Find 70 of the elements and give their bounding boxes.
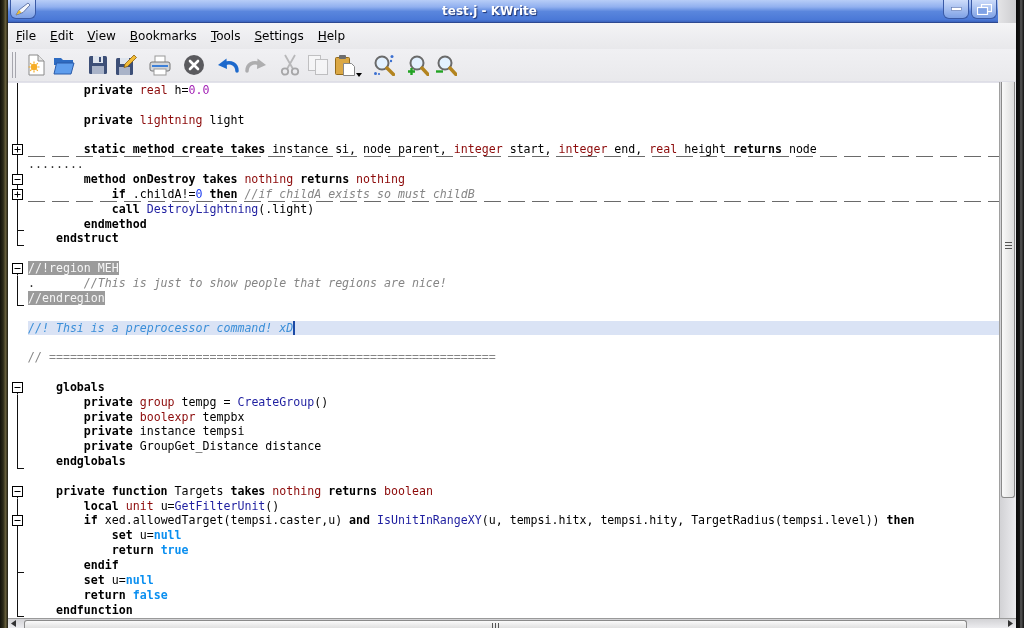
code-line: if xed.allowedTarget(tempsi.caster,u) and IsUnitInRangeXY(u, tempsi.hitx, tempsi.hity, TargetRadius(tempsi.level)) then [83,513,915,529]
toolbar-handle[interactable] [12,52,16,78]
minus-box-icon[interactable] [12,515,23,527]
menu-item[interactable]: Bookmarks [122,25,204,47]
code-line: // ================================================================ [28,350,496,366]
right-arrow-icon[interactable] [1008,620,1013,627]
code-line: return false [83,587,168,603]
menu-item[interactable]: Help [310,25,353,47]
code-line: set u=null [83,572,154,588]
plus-box-icon[interactable] [12,188,23,200]
minus-box-icon[interactable] [12,174,23,185]
code-line: if .childA!=0 then //if childA exists so must childB [111,186,475,202]
vertical-scrollbar[interactable] [999,82,1016,618]
code-line: private function Targets takes nothing returns boolean [55,483,433,499]
pen-icon [15,2,31,16]
code-line: endmethod [83,216,147,232]
code-line: static method create takes instance si, node parent, integer start, integer end, real height returns node [83,142,817,158]
code-line: ........ [28,157,84,173]
minimize-icon [950,7,962,11]
restore-button[interactable] [971,0,997,19]
menu-item[interactable]: View [80,25,123,47]
search-icon [373,54,395,76]
horizontal-scrollbar[interactable] [8,618,1016,628]
code-line: endfunction [55,602,133,618]
minus-box-icon[interactable] [12,263,23,275]
code-line: private real h=0.0 [83,83,210,98]
clipboard-icon [334,54,356,76]
plus-box-icon[interactable] [12,144,23,156]
new-document-icon [25,54,47,76]
code-line: set u=null [111,528,182,544]
zoom-out-icon [435,54,457,76]
menu-item[interactable]: File [9,25,44,47]
code-line: method onDestroy takes nothing returns nothing [83,172,405,187]
restore-icon [976,3,992,15]
printer-icon [149,54,171,76]
minus-box-icon[interactable] [12,485,23,497]
scrollbar-thumb[interactable] [24,620,967,628]
window-menu-button[interactable] [10,0,36,19]
zoom-in-icon [407,54,429,76]
menu-item[interactable]: Edit [43,25,81,47]
grip-lines-icon [1004,242,1012,249]
code-line: private instance tempsi [83,424,245,440]
code-line: endglobals [55,454,126,469]
caret-icon [356,73,362,77]
code-line: //! Thsi is a preprocessor command! xD [28,320,294,336]
left-arrow-icon[interactable] [11,620,16,627]
scrollbar-thumb[interactable] [1001,82,1015,498]
floppy-pencil-icon [115,54,137,76]
code-line: . //This is just to show people that regions are nice! [28,275,447,291]
code-line: private boolexpr tempbx [83,409,245,425]
grip-lines-icon [492,623,499,628]
scissors-icon [279,54,301,76]
close-icon [183,54,205,76]
code-line: return true [111,543,189,558]
text-cursor [293,320,296,335]
code-line: endstruct [55,231,119,247]
menu-item[interactable]: Settings [247,25,311,47]
copy-icon [307,54,329,76]
code-line: private group tempg = CreateGroup() [83,394,329,410]
code-line: globals [55,379,105,395]
code-line: endif [83,558,119,573]
minus-box-icon[interactable] [12,381,23,393]
code-line: private lightning light [83,112,245,128]
code-editor[interactable] [8,82,999,618]
code-line: private GroupGet_Distance distance [83,439,322,455]
window-title: test.j - KWrite [442,3,537,18]
code-line: local unit u=GetFilterUnit() [83,498,280,514]
code-line: call DestroyLightning(.light) [111,201,315,217]
minimize-button[interactable] [943,0,969,19]
menu-item[interactable]: Tools [203,25,248,47]
